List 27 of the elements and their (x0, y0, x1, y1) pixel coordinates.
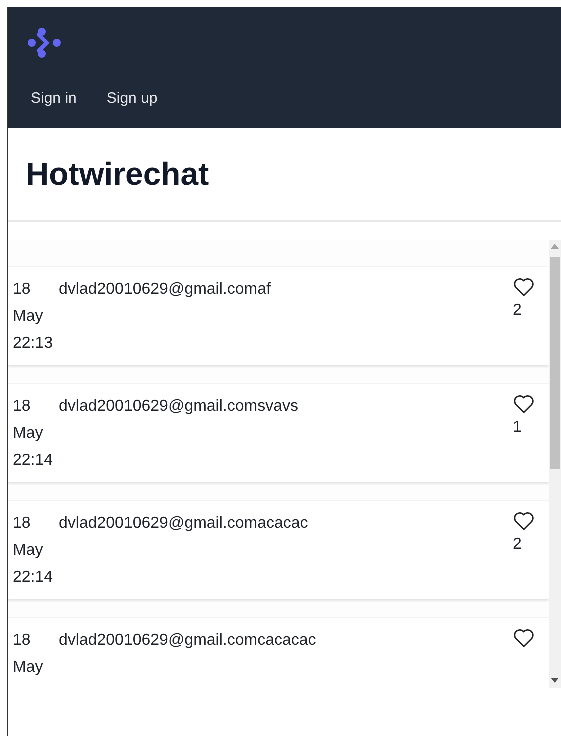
page-title: Hotwirechat (26, 156, 210, 192)
like-count: 2 (513, 535, 522, 555)
message-text: dvlad20010629@gmail.comaf (59, 280, 272, 300)
message-month: May (13, 541, 44, 561)
logo-icon[interactable] (27, 27, 63, 59)
message-day: 18 (13, 510, 59, 537)
scrollbar[interactable] (549, 240, 561, 688)
like-count: 2 (513, 301, 522, 321)
message-text: dvlad20010629@gmail.comacacac (59, 514, 310, 534)
nav-link[interactable]: Sign in (31, 90, 77, 107)
message-day: 18 (13, 276, 59, 303)
heart-icon[interactable] (513, 511, 535, 531)
message-month: May (13, 658, 44, 678)
message-time: 22:14 (13, 568, 54, 588)
message-day: 18 (13, 393, 59, 420)
heart-icon[interactable] (513, 277, 535, 297)
message-text: dvlad20010629@gmail.comcacacac (59, 631, 318, 651)
like-count: 1 (513, 418, 522, 438)
message-time: 22:14 (13, 451, 54, 471)
heart-icon[interactable] (513, 394, 535, 414)
message-day: 18 (13, 627, 59, 654)
message-month: May (13, 307, 44, 327)
nav-link[interactable]: Sign up (106, 90, 158, 107)
message-month: May (13, 424, 44, 444)
heart-icon[interactable] (513, 628, 535, 648)
message-text: dvlad20010629@gmail.comsvavs (59, 397, 300, 417)
message-time: 22:13 (13, 334, 54, 354)
